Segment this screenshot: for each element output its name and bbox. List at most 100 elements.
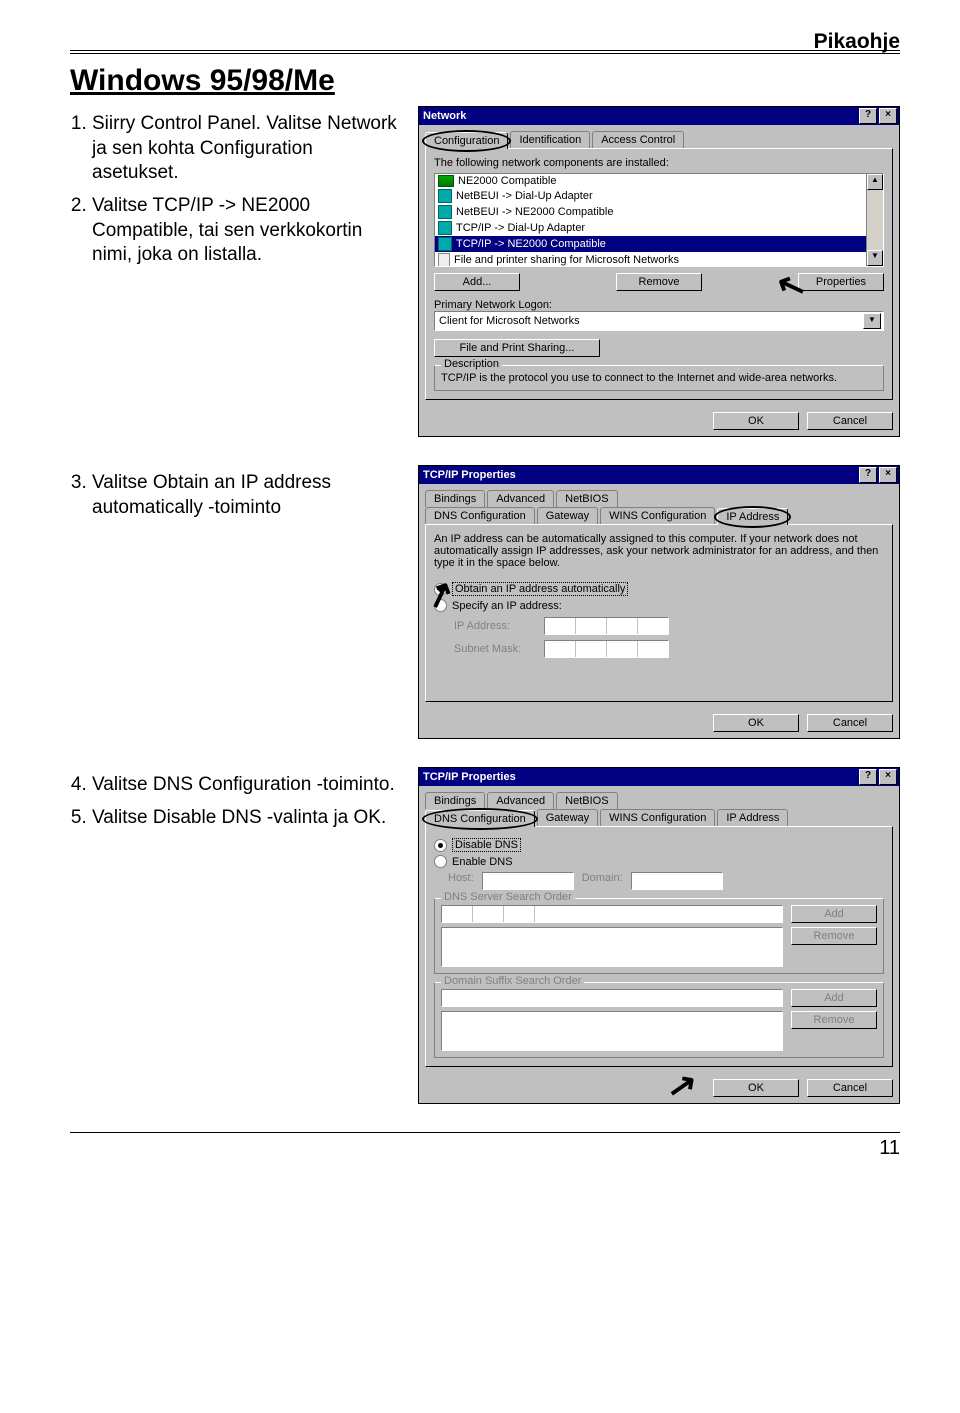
subnet-mask-label: Subnet Mask: (454, 643, 534, 655)
instructions-1-2: Siirry Control Panel. Valitse Network ja… (70, 106, 400, 437)
header-label: Pikaohje (814, 30, 900, 54)
page-number: 11 (879, 1137, 900, 1159)
tcpip-dialog-dns: TCP/IP Properties ? × Bindings Advanced … (418, 767, 900, 1104)
service-icon (438, 253, 450, 267)
tab-identification[interactable]: Identification (510, 131, 590, 148)
close-icon[interactable]: × (879, 467, 897, 483)
properties-button[interactable]: Properties (798, 273, 884, 291)
component-list[interactable]: NE2000 Compatible NetBEUI -> Dial-Up Ada… (434, 173, 884, 267)
ip-address-field (544, 617, 669, 635)
enable-dns-label: Enable DNS (452, 856, 513, 868)
tab-dns-config[interactable]: DNS Configuration (425, 507, 535, 524)
scroll-up-icon[interactable]: ▲ (867, 174, 883, 190)
ip-intro: An IP address can be automatically assig… (434, 533, 884, 569)
ok-button[interactable]: OK (713, 412, 799, 430)
logon-value: Client for Microsoft Networks (439, 315, 580, 327)
step-4: Valitse DNS Configuration -toiminto. (92, 773, 400, 798)
tcpip-dialog-ip: TCP/IP Properties ? × Bindings Advanced … (418, 465, 900, 739)
cancel-button[interactable]: Cancel (807, 1079, 893, 1097)
tab-gateway[interactable]: Gateway (537, 507, 598, 524)
suffix-list (441, 1011, 783, 1051)
protocol-icon (438, 237, 452, 251)
page-footer: 11 (70, 1132, 900, 1160)
tab-configuration[interactable]: Configuration (425, 132, 508, 149)
help-icon[interactable]: ? (859, 769, 877, 785)
radio-off-icon (434, 855, 447, 868)
step-2: Valitse TCP/IP -> NE2000 Compatible, tai… (92, 194, 400, 268)
radio-off-icon (434, 599, 447, 612)
cancel-button[interactable]: Cancel (807, 412, 893, 430)
tab-dns-config[interactable]: DNS Configuration (425, 810, 535, 827)
domain-field (631, 872, 723, 890)
dns-remove-button: Remove (791, 927, 877, 945)
step-5: Valitse Disable DNS -valinta ja OK. (92, 806, 400, 831)
tab-netbios[interactable]: NetBIOS (556, 792, 617, 809)
tab-access-control[interactable]: Access Control (592, 131, 684, 148)
ok-button[interactable]: OK (713, 1079, 799, 1097)
tcpip-dns-title: TCP/IP Properties (423, 771, 516, 783)
dns-ip-field (441, 905, 783, 923)
tcpip-titlebar: TCP/IP Properties ? × (419, 466, 899, 484)
radio-specify-ip[interactable]: Specify an IP address: (434, 599, 884, 612)
protocol-icon (438, 221, 452, 235)
ip-address-label: IP Address: (454, 620, 534, 632)
network-dialog: Network ? × Configuration Identification… (418, 106, 900, 437)
instructions-4-5: Valitse DNS Configuration -toiminto. Val… (70, 767, 400, 1104)
dns-order-label: DNS Server Search Order (441, 891, 575, 903)
list-item: NetBEUI -> NE2000 Compatible (456, 206, 613, 218)
tcpip-dns-titlebar: TCP/IP Properties ? × (419, 768, 899, 786)
disable-dns-label: Disable DNS (452, 838, 521, 852)
suffix-order-label: Domain Suffix Search Order (441, 975, 584, 987)
tab-advanced[interactable]: Advanced (487, 792, 554, 809)
suffix-remove-button: Remove (791, 1011, 877, 1029)
logon-label: Primary Network Logon: (434, 299, 884, 311)
domain-label: Domain: (582, 872, 623, 890)
radio-enable-dns[interactable]: Enable DNS (434, 855, 884, 868)
protocol-icon (438, 189, 452, 203)
scroll-down-icon[interactable]: ▼ (867, 250, 883, 266)
radio-obtain-auto[interactable]: Obtain an IP address automatically (434, 582, 884, 596)
tab-netbios[interactable]: NetBIOS (556, 490, 617, 507)
tab-gateway[interactable]: Gateway (537, 809, 598, 826)
header-rule (70, 50, 900, 54)
tab-ip-address[interactable]: IP Address (717, 508, 788, 525)
list-item: TCP/IP -> Dial-Up Adapter (456, 222, 585, 234)
cancel-button[interactable]: Cancel (807, 714, 893, 732)
scrollbar[interactable]: ▲ ▼ (866, 174, 883, 266)
dns-list (441, 927, 783, 967)
network-title: Network (423, 110, 466, 122)
description-group: Description TCP/IP is the protocol you u… (434, 365, 884, 391)
network-intro: The following network components are ins… (434, 157, 884, 169)
chevron-down-icon[interactable]: ▼ (863, 313, 881, 329)
list-item: NetBEUI -> Dial-Up Adapter (456, 190, 593, 202)
subnet-mask-field (544, 640, 669, 658)
ok-label: OK (748, 1082, 764, 1094)
remove-button[interactable]: Remove (616, 273, 702, 291)
tab-ip-address[interactable]: IP Address (717, 809, 788, 826)
add-button[interactable]: Add... (434, 273, 520, 291)
logon-combo[interactable]: Client for Microsoft Networks ▼ (434, 311, 884, 331)
tab-bindings[interactable]: Bindings (425, 792, 485, 809)
tab-wins-config[interactable]: WINS Configuration (600, 507, 715, 524)
network-titlebar: Network ? × (419, 107, 899, 125)
step-1: Siirry Control Panel. Valitse Network ja… (92, 112, 400, 186)
list-item-selected: TCP/IP -> NE2000 Compatible (456, 238, 606, 250)
step-3: Valitse Obtain an IP address automatical… (92, 471, 400, 520)
tab-wins-config[interactable]: WINS Configuration (600, 809, 715, 826)
help-icon[interactable]: ? (859, 108, 877, 124)
close-icon[interactable]: × (879, 108, 897, 124)
host-field (482, 872, 574, 890)
suffix-add-button: Add (791, 989, 877, 1007)
suffix-field (441, 989, 783, 1007)
list-item: NE2000 Compatible (458, 175, 556, 187)
tab-bindings[interactable]: Bindings (425, 490, 485, 507)
file-print-sharing-button[interactable]: File and Print Sharing... (434, 339, 600, 357)
host-label: Host: (448, 872, 474, 890)
tab-advanced[interactable]: Advanced (487, 490, 554, 507)
radio-disable-dns[interactable]: Disable DNS (434, 838, 884, 852)
suffix-order-group: Domain Suffix Search Order Add Remove (434, 982, 884, 1058)
close-icon[interactable]: × (879, 769, 897, 785)
tcpip-title: TCP/IP Properties (423, 469, 516, 481)
ok-button[interactable]: OK (713, 714, 799, 732)
help-icon[interactable]: ? (859, 467, 877, 483)
